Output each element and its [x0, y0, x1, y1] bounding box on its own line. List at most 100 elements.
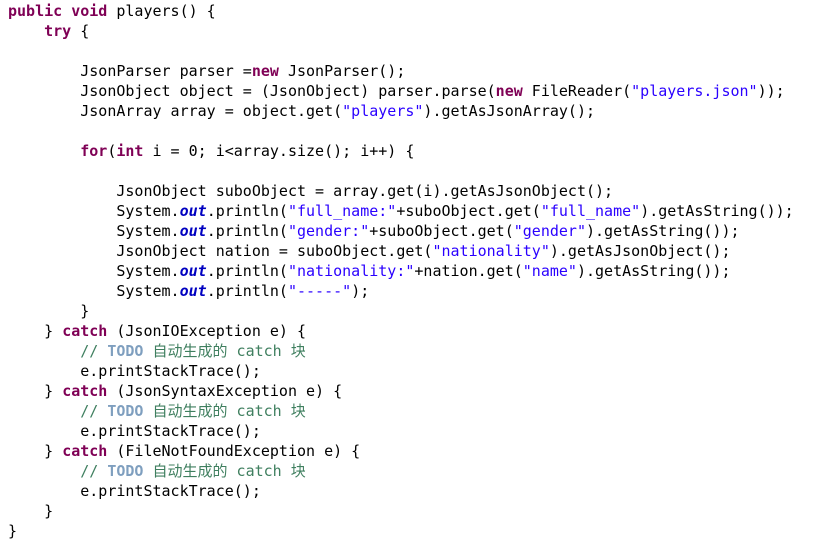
- comment-text: 自动生成的: [152, 402, 228, 420]
- code-line: JsonObject nation = suboObject.get("nati…: [8, 241, 730, 261]
- code-text: JsonObject object = (JsonObject) parser.…: [8, 82, 496, 100]
- comment-text: //: [80, 402, 108, 420]
- code-text: ).getAsJsonObject();: [549, 242, 731, 260]
- static-field-token: out: [179, 262, 207, 280]
- code-text: (FileNotFoundException e) {: [107, 442, 361, 460]
- code-line: System.out.println("full_name:"+suboObje…: [8, 201, 794, 221]
- code-line: }: [8, 301, 89, 321]
- comment-text: 自动生成的: [152, 462, 228, 480]
- comment-text: [143, 462, 152, 480]
- code-line: } catch (JsonSyntaxException e) {: [8, 381, 342, 401]
- comment-text: catch: [227, 402, 291, 420]
- code-line: } catch (JsonIOException e) {: [8, 321, 306, 341]
- code-editor[interactable]: public void players() { try { JsonParser…: [0, 0, 815, 542]
- code-text: ));: [757, 82, 785, 100]
- keyword-token: catch: [62, 442, 108, 460]
- code-text: +nation.get(: [414, 262, 523, 280]
- code-text: .println(: [206, 262, 288, 280]
- code-text: }: [8, 502, 54, 520]
- comment-text: //: [80, 462, 108, 480]
- code-text: System.: [8, 282, 180, 300]
- code-text: +suboObject.get(: [396, 202, 541, 220]
- code-text: .println(: [206, 282, 288, 300]
- code-line: // TODO 自动生成的 catch 块: [8, 341, 306, 361]
- keyword-token: for: [80, 142, 108, 160]
- string-literal: "name": [522, 262, 577, 280]
- code-text: e.printStackTrace();: [8, 422, 261, 440]
- comment-text: [143, 342, 152, 360]
- code-line: e.printStackTrace();: [8, 421, 261, 441]
- code-text: JsonObject suboObject = array.get(i).get…: [8, 182, 614, 200]
- string-literal: "nationality:": [287, 262, 415, 280]
- string-literal: "full_name:": [287, 202, 397, 220]
- keyword-token: catch: [62, 382, 108, 400]
- code-line: // TODO 自动生成的 catch 块: [8, 461, 306, 481]
- code-line: JsonObject object = (JsonObject) parser.…: [8, 81, 785, 101]
- code-line: }: [8, 501, 53, 521]
- code-text: ).getAsString());: [576, 262, 731, 280]
- keyword-token: catch: [62, 322, 108, 340]
- code-text: (JsonSyntaxException e) {: [107, 382, 343, 400]
- code-line: } catch (FileNotFoundException e) {: [8, 441, 360, 461]
- code-text: e.printStackTrace();: [8, 362, 261, 380]
- string-literal: "players": [342, 102, 424, 120]
- code-text: JsonParser();: [278, 62, 406, 80]
- comment-text: [143, 402, 152, 420]
- code-text: FileReader(: [522, 82, 632, 100]
- todo-tag: TODO: [107, 342, 144, 360]
- code-text: {: [71, 22, 90, 40]
- comment-text: catch: [227, 462, 291, 480]
- string-literal: "full_name": [540, 202, 641, 220]
- code-line: System.out.println("gender:"+suboObject.…: [8, 221, 740, 241]
- string-literal: "nationality": [432, 242, 550, 260]
- code-line: e.printStackTrace();: [8, 361, 261, 381]
- static-field-token: out: [179, 222, 207, 240]
- code-text: );: [351, 282, 370, 300]
- code-line: JsonObject suboObject = array.get(i).get…: [8, 181, 613, 201]
- code-text: }: [8, 382, 63, 400]
- code-line: System.out.println("-----");: [8, 281, 369, 301]
- comment-text: 自动生成的: [152, 342, 228, 360]
- code-text: JsonArray array = object.get(: [8, 102, 343, 120]
- code-text: }: [8, 302, 90, 320]
- code-line: // TODO 自动生成的 catch 块: [8, 401, 306, 421]
- comment-text: 块: [290, 342, 306, 360]
- code-text: ).getAsString());: [640, 202, 794, 220]
- code-text: i = 0; i<array.size(); i++) {: [143, 142, 415, 160]
- keyword-token: public: [8, 2, 63, 20]
- code-text: e.printStackTrace();: [8, 482, 261, 500]
- code-text: System.: [8, 262, 180, 280]
- code-text: System.: [8, 202, 180, 220]
- code-text: .println(: [206, 222, 288, 240]
- comment-text: 块: [290, 462, 306, 480]
- code-text: JsonObject nation = suboObject.get(: [8, 242, 433, 260]
- string-literal: "gender:": [287, 222, 370, 240]
- comment-text: catch: [227, 342, 291, 360]
- string-literal: "-----": [287, 282, 352, 300]
- static-field-token: out: [179, 202, 207, 220]
- code-text: }: [8, 522, 18, 540]
- code-text: ).getAsString());: [586, 222, 740, 240]
- keyword-token: void: [71, 2, 108, 20]
- code-text: (JsonIOException e) {: [107, 322, 307, 340]
- code-text: ).getAsJsonArray();: [423, 102, 596, 120]
- keyword-token: int: [116, 142, 144, 160]
- code-line: System.out.println("nationality:"+nation…: [8, 261, 731, 281]
- string-literal: "gender": [513, 222, 586, 240]
- string-literal: "players.json": [631, 82, 758, 100]
- code-line: public void players() {: [8, 1, 216, 21]
- todo-tag: TODO: [107, 462, 144, 480]
- code-text: players() {: [107, 2, 216, 20]
- code-text: System.: [8, 222, 180, 240]
- code-line: for(int i = 0; i<array.size(); i++) {: [8, 141, 414, 161]
- code-line: }: [8, 521, 17, 541]
- code-line: JsonArray array = object.get("players").…: [8, 101, 595, 121]
- comment-text: 块: [290, 402, 306, 420]
- code-text: }: [8, 442, 63, 460]
- code-text: JsonParser parser =: [8, 62, 252, 80]
